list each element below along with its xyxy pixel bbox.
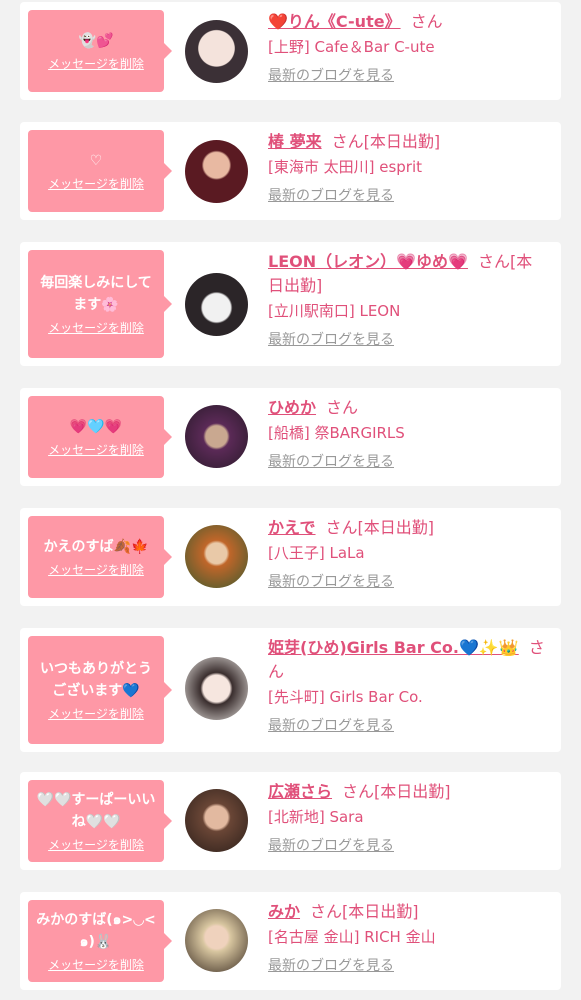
- honorific: さん: [326, 398, 359, 417]
- message-text: いつもありがとうございます💙: [40, 661, 152, 699]
- cast-name-link[interactable]: 広瀬さら: [268, 782, 332, 801]
- message-text: みかのすば(๑>◡<๑)🐰: [36, 912, 156, 950]
- cast-name-link[interactable]: LEON（レオン）💗ゆめ💗: [268, 252, 468, 271]
- message-text: 👻💕: [78, 33, 114, 49]
- shop-text: [八王子] LaLa: [268, 544, 365, 562]
- shop-text: [先斗町] Girls Bar Co.: [268, 688, 423, 706]
- list-item: 💗🩵💗 メッセージを削除 ひめか さん [船橋] 祭BARGIRLS 最新のブログ…: [20, 388, 561, 486]
- message-text: 毎回楽しみにしてます🌸: [40, 275, 152, 313]
- shop-text: [上野] Cafe＆Bar C-ute: [268, 38, 435, 56]
- avatar[interactable]: [185, 909, 248, 972]
- cast-name-link[interactable]: ひめか: [268, 398, 316, 417]
- latest-blog-link[interactable]: 最新のブログを見る: [268, 836, 394, 856]
- list-item: ♡ メッセージを削除 椿 夢来 さん[本日出勤] [東海市 太田川] esprit…: [20, 122, 561, 220]
- cast-name-link[interactable]: 椿 夢来: [268, 132, 322, 151]
- honorific: さん: [325, 518, 358, 537]
- delete-message-link[interactable]: メッセージを削除: [48, 56, 144, 72]
- list-item: かえのすば🍂🍁 メッセージを削除 かえで さん[本日出勤] [八王子] LaLa …: [20, 508, 561, 606]
- delete-message-link[interactable]: メッセージを削除: [48, 562, 144, 578]
- status-text: [本日出勤]: [342, 902, 419, 921]
- honorific: さん: [342, 782, 375, 801]
- list-item: みかのすば(๑>◡<๑)🐰 メッセージを削除 みか さん[本日出勤] [名古屋 金…: [20, 892, 561, 990]
- shop-text: [船橋] 祭BARGIRLS: [268, 424, 405, 442]
- cast-name-link[interactable]: かえで: [268, 518, 316, 537]
- avatar[interactable]: [185, 657, 248, 720]
- message-bubble: 👻💕 メッセージを削除: [28, 10, 172, 92]
- message-bubble: 毎回楽しみにしてます🌸 メッセージを削除: [28, 250, 172, 358]
- avatar[interactable]: [185, 405, 248, 468]
- message-text: かえのすば🍂🍁: [43, 539, 149, 555]
- status-text: [本日出勤]: [363, 132, 441, 151]
- honorific: さん: [331, 132, 364, 151]
- cast-name-link[interactable]: ❤️りん《C-ute》: [268, 12, 401, 31]
- cast-name-link[interactable]: 姫芽(ひめ)Girls Bar Co.💙✨👑: [268, 638, 519, 657]
- list-item: いつもありがとうございます💙 メッセージを削除 姫芽(ひめ)Girls Bar …: [20, 628, 561, 752]
- avatar[interactable]: [185, 140, 248, 203]
- message-text: 💗🩵💗: [69, 419, 123, 435]
- message-bubble: ♡ メッセージを削除: [28, 130, 172, 212]
- list-item: 🤍🤍すーぱーいいね🤍🤍 メッセージを削除 広瀬さら さん[本日出勤] [北新地] …: [20, 772, 561, 870]
- avatar[interactable]: [185, 20, 248, 83]
- message-bubble: みかのすば(๑>◡<๑)🐰 メッセージを削除: [28, 900, 172, 982]
- delete-message-link[interactable]: メッセージを削除: [48, 442, 144, 458]
- latest-blog-link[interactable]: 最新のブログを見る: [268, 66, 394, 86]
- list-item: 毎回楽しみにしてます🌸 メッセージを削除 LEON（レオン）💗ゆめ💗 さん[本日出…: [20, 242, 561, 366]
- message-bubble: 💗🩵💗 メッセージを削除: [28, 396, 172, 478]
- shop-text: [立川駅南口] LEON: [268, 302, 401, 320]
- status-text: [本日出勤]: [357, 518, 435, 537]
- latest-blog-link[interactable]: 最新のブログを見る: [268, 186, 394, 206]
- latest-blog-link[interactable]: 最新のブログを見る: [268, 716, 394, 736]
- avatar[interactable]: [185, 273, 248, 336]
- avatar[interactable]: [185, 525, 248, 588]
- shop-text: [東海市 太田川] esprit: [268, 158, 423, 176]
- delete-message-link[interactable]: メッセージを削除: [48, 176, 144, 192]
- shop-text: [北新地] Sara: [268, 808, 364, 826]
- delete-message-link[interactable]: メッセージを削除: [48, 320, 144, 336]
- latest-blog-link[interactable]: 最新のブログを見る: [268, 452, 394, 472]
- honorific: さん: [477, 252, 510, 271]
- latest-blog-link[interactable]: 最新のブログを見る: [268, 956, 394, 976]
- delete-message-link[interactable]: メッセージを削除: [48, 957, 144, 973]
- latest-blog-link[interactable]: 最新のブログを見る: [268, 330, 394, 350]
- honorific: さん: [310, 902, 343, 921]
- message-bubble: 🤍🤍すーぱーいいね🤍🤍 メッセージを削除: [28, 780, 172, 862]
- latest-blog-link[interactable]: 最新のブログを見る: [268, 572, 394, 592]
- honorific: さん: [410, 12, 443, 31]
- message-bubble: かえのすば🍂🍁 メッセージを削除: [28, 516, 172, 598]
- message-bubble: いつもありがとうございます💙 メッセージを削除: [28, 636, 172, 744]
- status-text: [本日出勤]: [374, 782, 451, 801]
- delete-message-link[interactable]: メッセージを削除: [48, 706, 144, 722]
- delete-message-link[interactable]: メッセージを削除: [48, 837, 144, 853]
- message-text: ♡: [89, 153, 103, 169]
- shop-text: [名古屋 金山] RICH 金山: [268, 928, 436, 946]
- message-text: 🤍🤍すーぱーいいね🤍🤍: [36, 792, 156, 830]
- avatar[interactable]: [185, 789, 248, 852]
- cast-name-link[interactable]: みか: [268, 902, 300, 921]
- list-item: 👻💕 メッセージを削除 ❤️りん《C-ute》 さん [上野] Cafe＆Bar …: [20, 2, 561, 100]
